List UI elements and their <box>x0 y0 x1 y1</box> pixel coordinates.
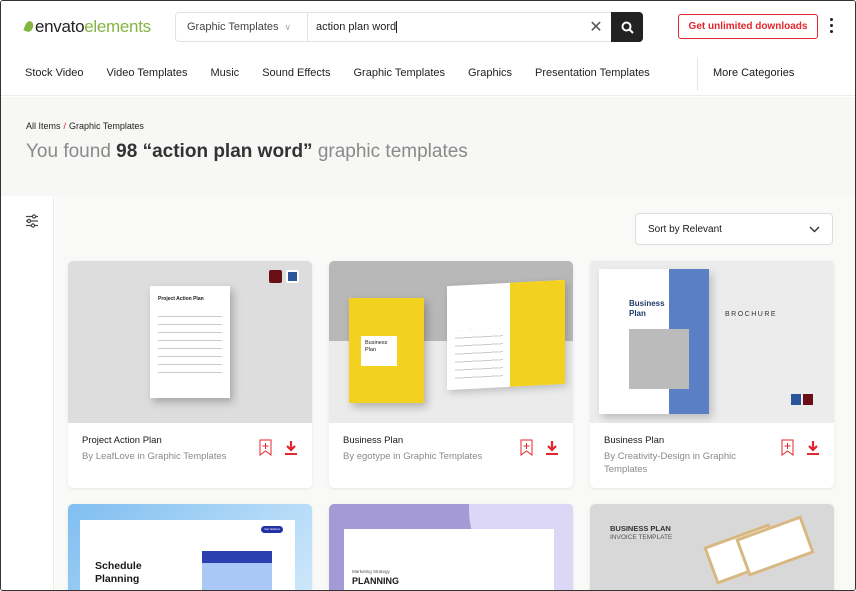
search-bar: Graphic Templates ∨ action plan word ✕ <box>175 12 643 42</box>
category-nav: Stock Video Video Templates Music Sound … <box>25 67 673 79</box>
breadcrumb-separator: / <box>63 121 67 131</box>
item-thumbnail[interactable]: BUSINESS PLAN INVOICE TEMPLATE <box>590 504 834 590</box>
results-summary: You found 98 “action plan word” graphic … <box>26 141 468 163</box>
page: envatoelements Graphic Templates ∨ action… <box>0 0 856 591</box>
thumb-subtitle: BROCHURE <box>725 311 778 318</box>
nav-sound-effects[interactable]: Sound Effects <box>262 67 330 79</box>
filter-sidebar <box>1 196 54 590</box>
thumb-subtitle: Marketing Strategy <box>352 569 390 574</box>
bookmark-add-icon[interactable] <box>520 439 533 456</box>
brochure-cover: Business Plan <box>599 269 709 414</box>
envato-logo[interactable]: envatoelements <box>23 17 151 37</box>
item-thumbnail[interactable]: Project Action Plan <box>68 261 312 423</box>
search-category-select[interactable]: Graphic Templates ∨ <box>176 13 308 41</box>
item-card[interactable]: Get Started Schedule Planning <box>68 504 312 590</box>
item-card[interactable]: Project Action Plan Project Action Plan … <box>68 261 312 488</box>
thumb-title: Project Action Plan <box>158 296 204 302</box>
item-author[interactable]: By egotype in Graphic Templates <box>343 450 518 463</box>
search-query: action plan word <box>316 21 397 33</box>
nav-presentation-templates[interactable]: Presentation Templates <box>535 67 650 79</box>
item-thumbnail[interactable]: Get Started Schedule Planning <box>68 504 312 590</box>
thumb-subtitle: INVOICE TEMPLATE <box>610 534 673 541</box>
item-card[interactable]: Business Plan BROCHURE Business Plan By … <box>590 261 834 488</box>
results-prefix: You found <box>26 141 111 162</box>
thumb-title: BUSINESS PLAN <box>610 524 671 533</box>
item-thumbnail[interactable]: Marketing Strategy PLANNING <box>329 504 573 590</box>
nav-more-categories[interactable]: More Categories <box>713 67 794 79</box>
thumb-title: Business Plan <box>629 299 665 318</box>
thumb-title: PLANNING <box>352 576 399 586</box>
nav-divider <box>697 57 698 91</box>
nav-graphic-templates[interactable]: Graphic Templates <box>353 67 445 79</box>
leaf-icon <box>23 19 35 34</box>
more-menu-icon[interactable] <box>828 18 834 33</box>
item-card[interactable]: BUSINESS PLAN INVOICE TEMPLATE <box>590 504 834 590</box>
pdf-icon <box>269 270 282 283</box>
filter-icon[interactable] <box>25 214 39 228</box>
item-author[interactable]: By LeafLove in Graphic Templates <box>82 450 257 463</box>
thumb-title: Business Plan <box>361 336 397 366</box>
item-title[interactable]: Business Plan <box>343 435 403 446</box>
word-icon <box>286 270 299 283</box>
yellow-cover: Business Plan <box>349 298 424 403</box>
bookmark-add-icon[interactable] <box>259 439 272 456</box>
item-thumbnail[interactable]: Business Plan <box>329 261 573 423</box>
logo-text: envato <box>35 17 85 36</box>
search-input[interactable]: action plan word <box>308 13 581 41</box>
item-thumbnail[interactable]: Business Plan BROCHURE <box>590 261 834 423</box>
logo-text-light: elements <box>84 17 151 36</box>
results-count: 98 <box>116 141 138 162</box>
chevron-down-icon <box>809 226 820 232</box>
document-preview: Project Action Plan <box>150 286 230 398</box>
thumb-title: Schedule Planning <box>95 560 142 585</box>
item-title[interactable]: Business Plan <box>604 435 664 446</box>
breadcrumb: All Items / Graphic Templates <box>26 121 144 131</box>
search-button[interactable] <box>611 12 643 42</box>
item-title[interactable]: Project Action Plan <box>82 435 162 446</box>
search-icon <box>621 21 634 34</box>
nav-stock-video[interactable]: Stock Video <box>25 67 84 79</box>
category-label: Graphic Templates <box>187 21 279 33</box>
item-card[interactable]: Marketing Strategy PLANNING <box>329 504 573 590</box>
bookmark-add-icon[interactable] <box>781 439 794 456</box>
download-icon[interactable] <box>806 440 820 456</box>
results-query: “action plan word” <box>142 141 313 162</box>
breadcrumb-current[interactable]: Graphic Templates <box>69 121 144 131</box>
thumb-button: Get Started <box>261 526 283 533</box>
get-unlimited-downloads-button[interactable]: Get unlimited downloads <box>678 14 818 39</box>
download-icon[interactable] <box>284 440 298 456</box>
results-suffix: graphic templates <box>317 141 468 162</box>
nav-video-templates[interactable]: Video Templates <box>107 67 188 79</box>
clear-icon[interactable]: ✕ <box>581 13 611 41</box>
sort-label: Sort by Relevant <box>648 223 722 235</box>
download-icon[interactable] <box>545 440 559 456</box>
breadcrumb-all-items[interactable]: All Items <box>26 121 61 131</box>
nav-music[interactable]: Music <box>210 67 239 79</box>
item-card[interactable]: Business Plan Business Plan By egotype i… <box>329 261 573 488</box>
item-author[interactable]: By Creativity-Design in Graphic Template… <box>604 450 779 476</box>
header: envatoelements Graphic Templates ∨ action… <box>1 1 855 96</box>
chevron-down-icon: ∨ <box>284 21 292 32</box>
nav-graphics[interactable]: Graphics <box>468 67 512 79</box>
sort-dropdown[interactable]: Sort by Relevant <box>635 213 833 245</box>
